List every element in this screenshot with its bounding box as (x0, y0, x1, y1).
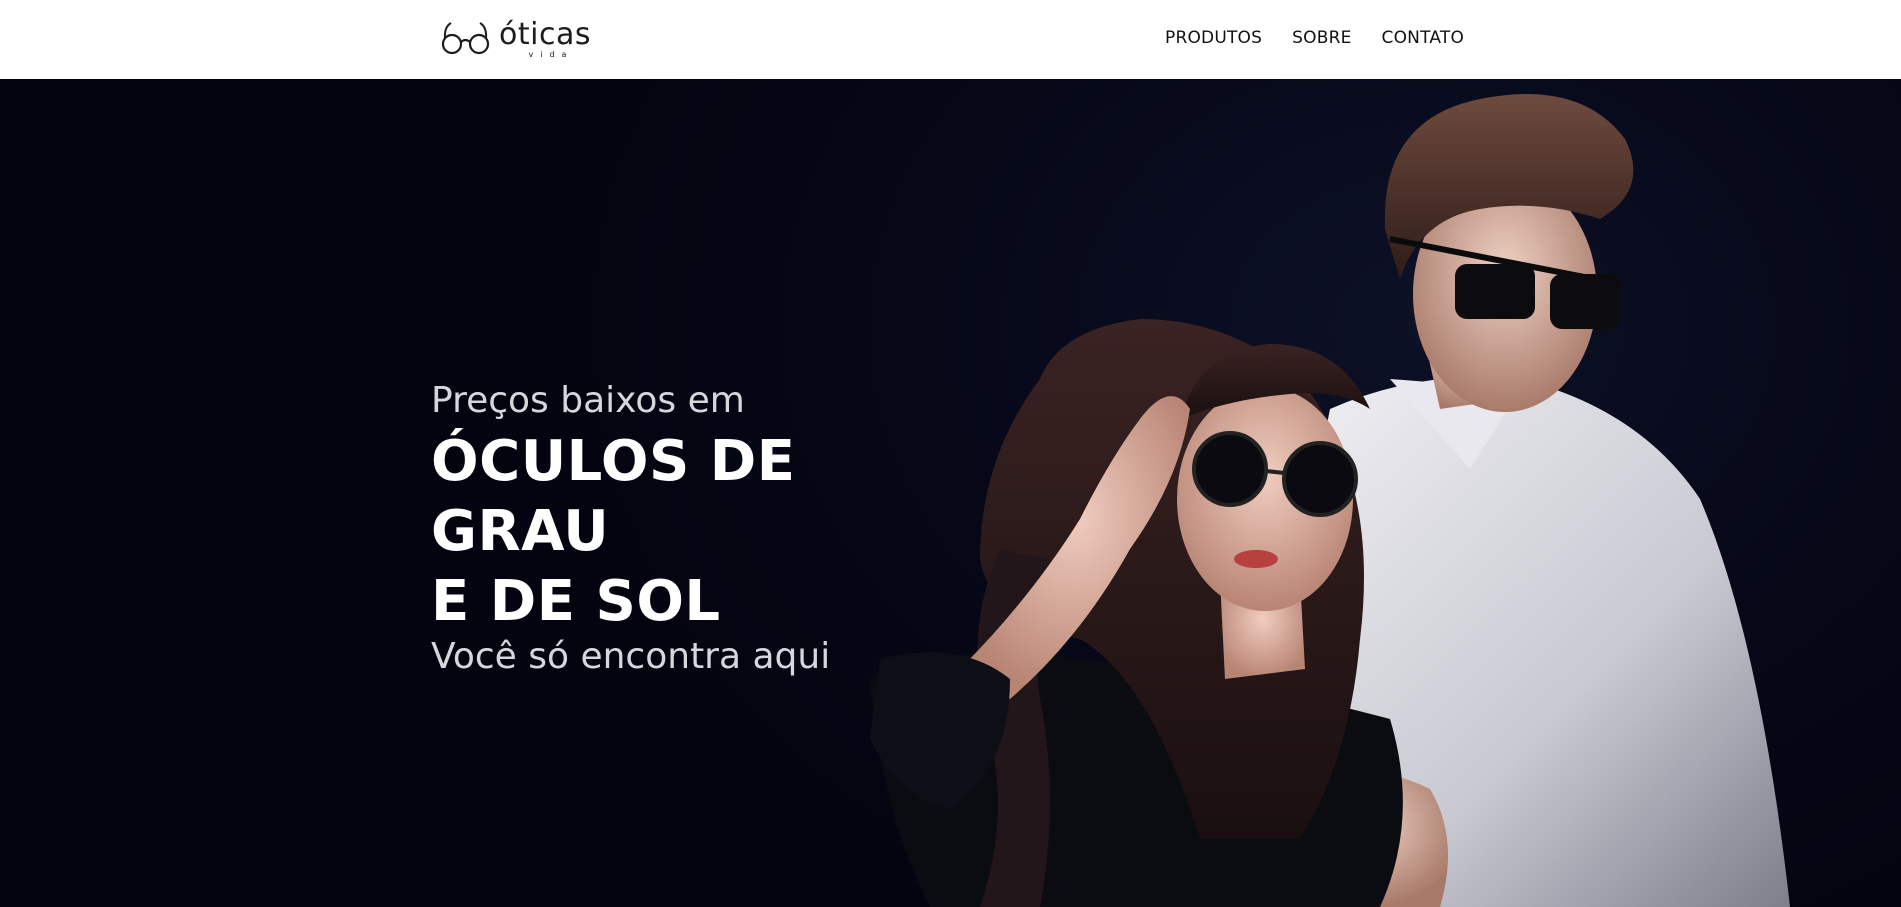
logo-subtitle: vida (528, 49, 574, 59)
hero-subtitle: Você só encontra aqui (431, 636, 831, 677)
hero-title: ÓCULOS DE GRAU E DE SOL (431, 427, 991, 637)
hero-pretitle: Preços baixos em (431, 380, 745, 421)
nav-sobre-link[interactable]: SOBRE (1292, 28, 1351, 48)
logo-link[interactable]: óticas vida (441, 18, 591, 60)
logo-wordmark: óticas vida (499, 16, 591, 59)
hero-title-line-2: E DE SOL (431, 569, 721, 634)
logo-name: óticas (499, 16, 591, 52)
nav-contato-link[interactable]: CONTATO (1382, 28, 1465, 48)
glasses-icon (441, 22, 490, 55)
site-header: óticas vida PRODUTOS SOBRE CONTATO (0, 0, 1901, 79)
hero-banner: Preços baixos em ÓCULOS DE GRAU E DE SOL… (0, 79, 1901, 907)
nav-produtos-link[interactable]: PRODUTOS (1165, 28, 1262, 48)
main-nav: PRODUTOS SOBRE CONTATO (1165, 28, 1464, 48)
hero-text-block: Preços baixos em ÓCULOS DE GRAU E DE SOL… (431, 379, 991, 679)
hero-title-line-1: ÓCULOS DE GRAU (431, 429, 796, 564)
